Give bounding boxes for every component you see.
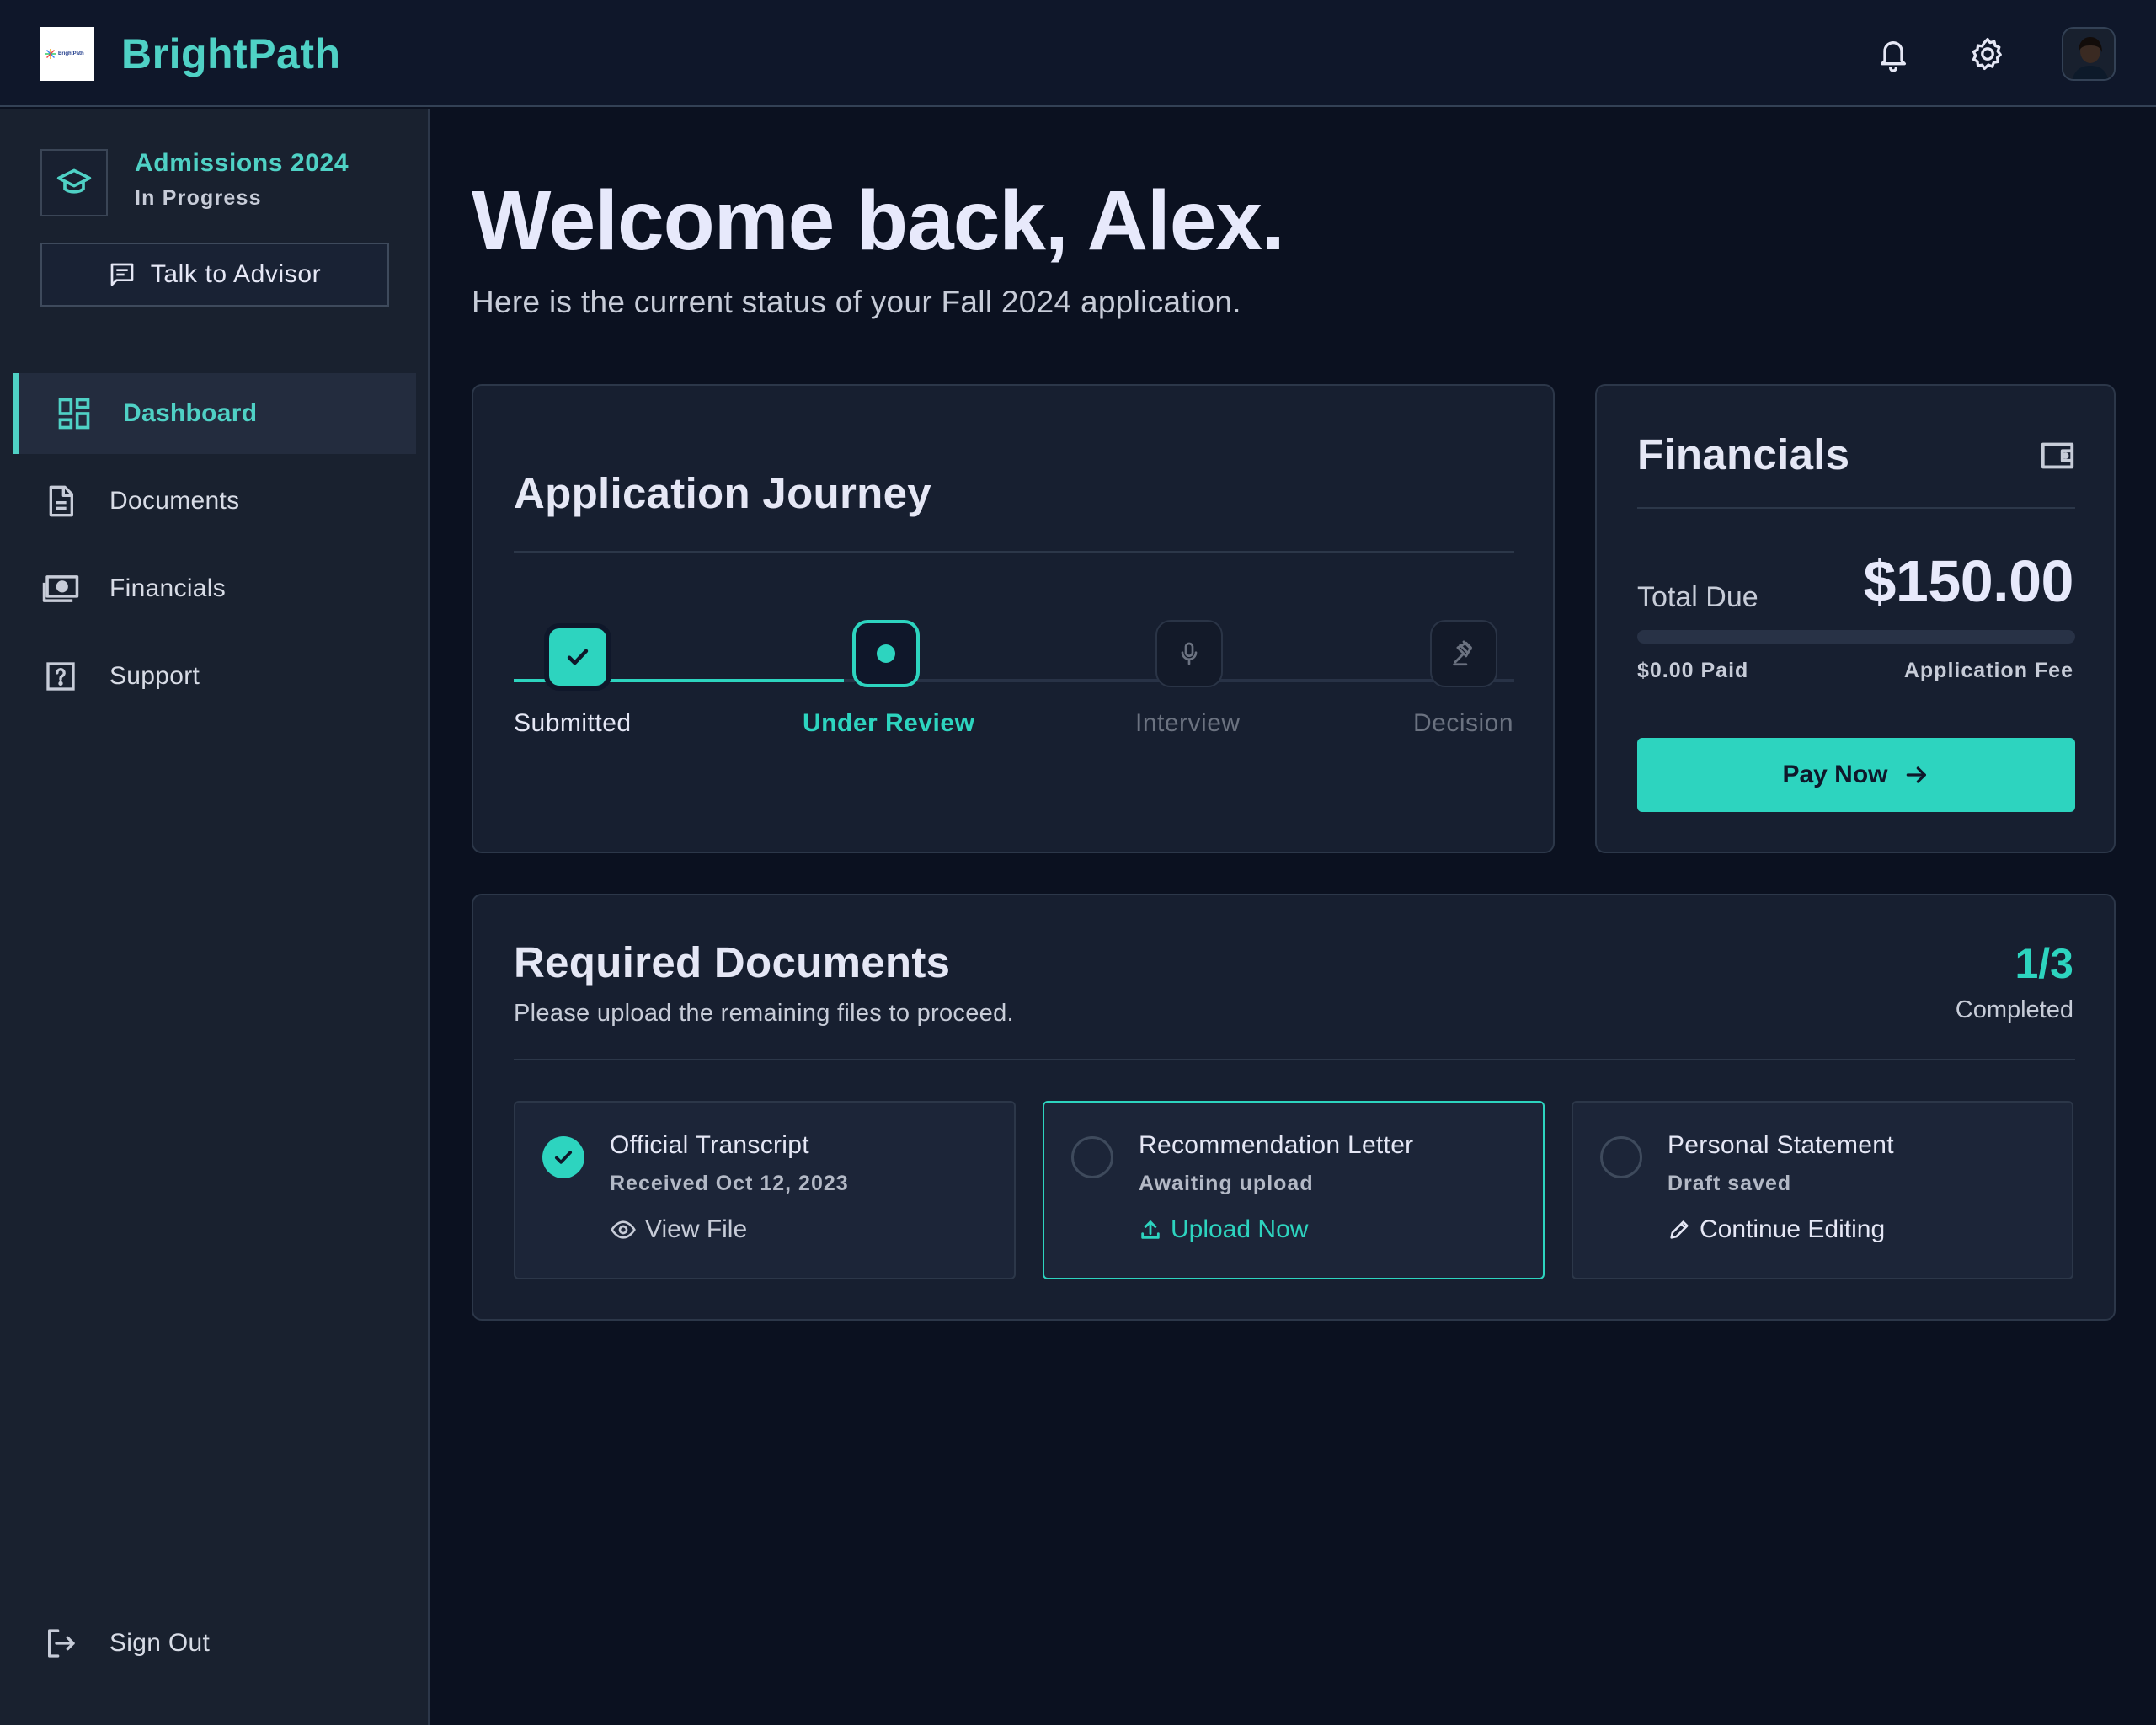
eye-icon [611, 1220, 636, 1239]
arrow-right-icon [1906, 766, 1926, 783]
upload-now-link[interactable]: Upload Now [1139, 1215, 1308, 1244]
sidebar-item-documents[interactable]: Documents [13, 461, 416, 542]
financials-title: Financials [1637, 430, 1850, 478]
sidebar-item-label: Support [109, 662, 200, 690]
financials-divider [1637, 507, 2075, 509]
documents-subtitle: Please upload the remaining files to pro… [514, 1000, 1014, 1027]
talk-to-advisor-button[interactable]: Talk to Advisor [40, 243, 389, 307]
sidebar-item-label: Dashboard [123, 399, 258, 427]
step-decision-label: Decision [1413, 709, 1514, 737]
sidebar-item-label: Financials [109, 574, 227, 602]
document-card-recommendation[interactable]: Recommendation Letter Awaiting upload Up… [1043, 1101, 1545, 1279]
sign-out-icon [40, 1623, 81, 1664]
document-title: Official Transcript [610, 1131, 809, 1159]
empty-circle-icon [1600, 1136, 1642, 1178]
document-title: Personal Statement [1668, 1131, 1894, 1159]
document-card-transcript[interactable]: Official Transcript Received Oct 12, 202… [514, 1101, 1016, 1279]
document-card-personal-statement[interactable]: Personal Statement Draft saved Continue … [1572, 1101, 2073, 1279]
upload-now-label: Upload Now [1171, 1215, 1309, 1243]
step-decision-node[interactable] [1430, 620, 1497, 687]
application-journey-card: Application Journey Submitted Under Revi… [472, 384, 1555, 853]
microphone-icon [1181, 642, 1198, 665]
pay-now-button[interactable]: Pay Now [1637, 738, 2075, 812]
graduation-cap-icon [40, 149, 108, 216]
sign-out-button[interactable]: Sign Out [13, 1603, 416, 1684]
documents-title: Required Documents [514, 938, 951, 986]
step-under-review-label: Under Review [803, 709, 975, 737]
step-interview-node[interactable] [1155, 620, 1223, 687]
view-file-link[interactable]: View File [610, 1215, 747, 1244]
payment-progress-bar [1637, 630, 2075, 644]
page-subtitle: Here is the current status of your Fall … [472, 285, 1241, 319]
document-icon [40, 481, 81, 521]
total-due-label: Total Due [1637, 581, 1758, 613]
continue-editing-link[interactable]: Continue Editing [1668, 1215, 1885, 1244]
gavel-icon [1453, 640, 1472, 666]
pay-now-label: Pay Now [1782, 761, 1888, 788]
documents-count: 1/3 [2015, 940, 2073, 987]
required-documents-card: Required Documents Please upload the rem… [472, 894, 2116, 1321]
logo-burst-icon [45, 49, 56, 59]
logo-mark: BrightPath [45, 45, 89, 62]
continue-editing-label: Continue Editing [1700, 1215, 1886, 1243]
document-status-text: Awaiting upload [1139, 1172, 1314, 1195]
sidebar: Admissions 2024 In Progress Talk to Advi… [0, 109, 430, 1725]
upload-icon [1141, 1220, 1160, 1239]
advisor-button-label: Talk to Advisor [150, 260, 322, 288]
paid-label: $0.00 Paid [1637, 659, 1749, 682]
page-title: Welcome back, Alex. [472, 174, 1285, 268]
wallet-icon[interactable] [2038, 436, 2077, 475]
documents-divider [514, 1059, 2075, 1060]
bell-icon[interactable] [1871, 32, 1915, 76]
step-submitted-node[interactable] [544, 623, 611, 691]
sign-out-label: Sign Out [109, 1629, 211, 1657]
total-due-amount: $150.00 [1863, 548, 2073, 614]
chat-icon [110, 263, 134, 286]
logo[interactable]: BrightPath [40, 27, 94, 81]
avatar-portrait-icon [2063, 29, 2114, 79]
sidebar-item-support[interactable]: Support [13, 636, 416, 717]
financials-card: Financials Total Due $150.00 $0.00 Paid … [1595, 384, 2116, 853]
empty-circle-icon [1071, 1136, 1113, 1178]
step-under-review-node[interactable] [852, 620, 920, 687]
check-icon [567, 649, 589, 665]
document-title: Recommendation Letter [1139, 1131, 1414, 1159]
top-header: BrightPath BrightPath [0, 0, 2156, 107]
sidebar-item-dashboard[interactable]: Dashboard [13, 373, 416, 454]
dot-icon [877, 644, 895, 663]
documents-count-label: Completed [1955, 996, 2073, 1023]
admissions-status: In Progress [135, 186, 262, 210]
document-status-text: Received Oct 12, 2023 [610, 1172, 849, 1195]
help-icon [40, 656, 81, 697]
user-avatar[interactable] [2062, 27, 2116, 81]
admissions-title: Admissions 2024 [135, 149, 350, 177]
step-interview-label: Interview [1135, 709, 1241, 737]
pencil-icon [1670, 1220, 1689, 1239]
journey-divider [514, 551, 1514, 553]
fee-label: Application Fee [1903, 659, 2073, 682]
dashboard-icon [54, 393, 94, 434]
brand-name[interactable]: BrightPath [121, 27, 341, 81]
document-status-text: Draft saved [1668, 1172, 1792, 1195]
check-circle-icon [542, 1136, 584, 1178]
sidebar-item-financials[interactable]: Financials [13, 548, 416, 629]
view-file-label: View File [645, 1215, 748, 1243]
step-submitted-label: Submitted [514, 709, 632, 737]
money-icon [40, 569, 81, 609]
gear-icon[interactable] [1966, 32, 2009, 76]
sidebar-item-label: Documents [109, 487, 240, 515]
logo-text: BrightPath [58, 51, 84, 56]
journey-title: Application Journey [514, 469, 931, 517]
